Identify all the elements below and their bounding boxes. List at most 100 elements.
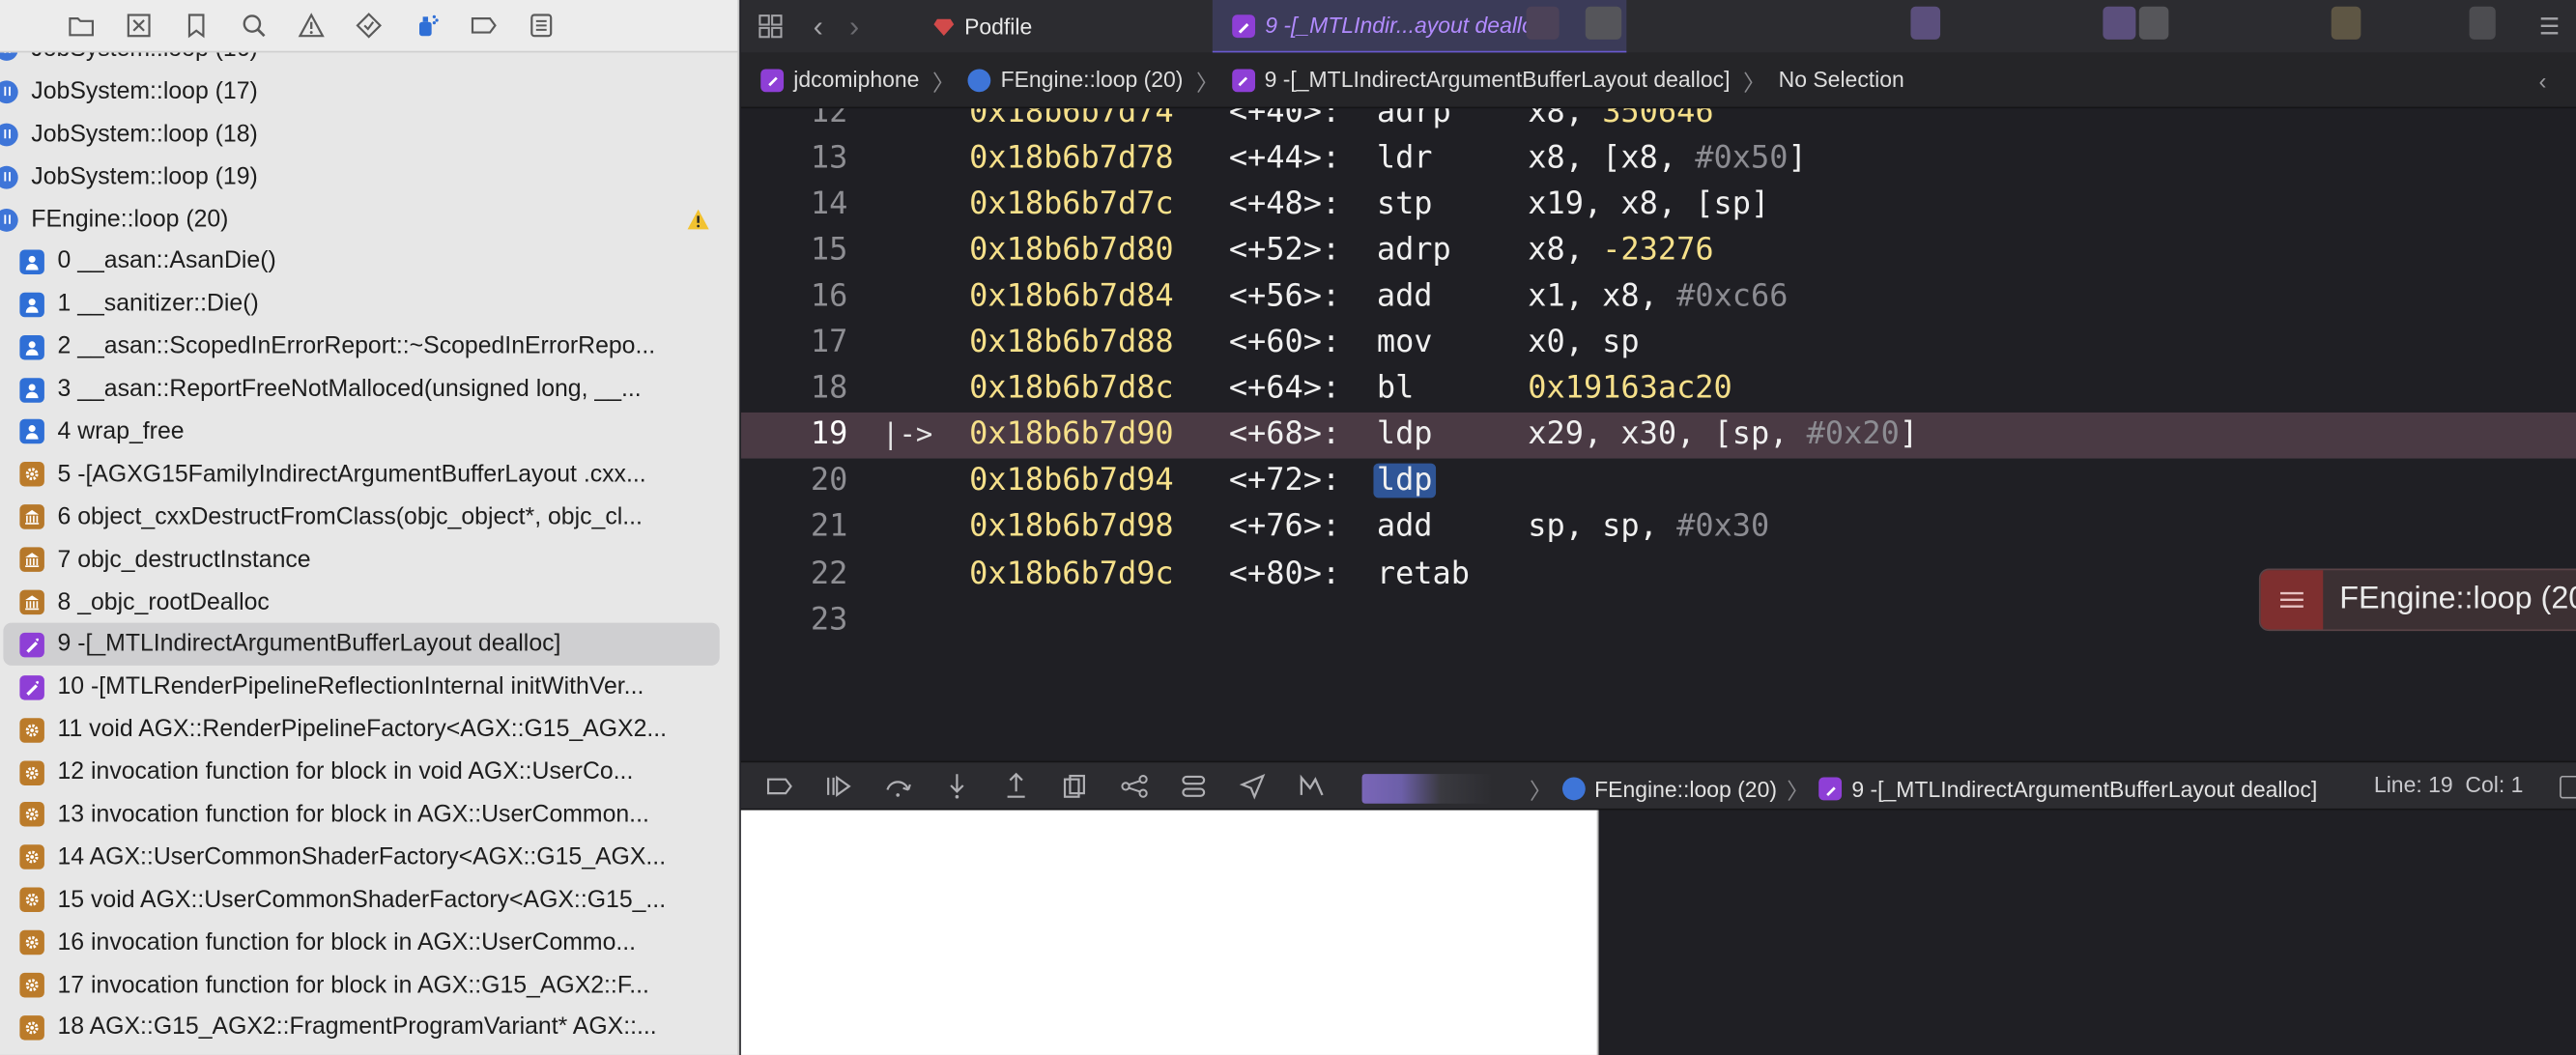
memory-graph-icon[interactable] [1116,767,1152,803]
instruction-address: 0x18b6b7d90 [969,417,1174,453]
thread-row[interactable]: JobSystem::loop (17) [0,71,737,113]
folder-icon[interactable] [63,8,99,43]
stack-frame-row[interactable]: 11 void AGX::RenderPipelineFactory<AGX::… [0,709,737,752]
library-icon [19,589,44,615]
stack-frame-label: 16 invocation function for block in AGX:… [57,929,637,956]
instruction-address: 0x18b6b7d78 [969,140,1174,176]
environment-icon[interactable] [1175,767,1211,803]
tab-disassembly[interactable]: 9 -[_MTLIndir...ayout dealloc] [1212,0,1627,53]
report-icon[interactable] [523,8,558,43]
disassembly-line[interactable]: 12 0x18b6b7d74 <+40>: adrp x8, 350646 [741,108,2576,134]
stack-frame-row[interactable]: 10 -[MTLRenderPipelineReflectionInternal… [0,666,737,708]
thread-row[interactable]: JobSystem::loop (19) [0,156,737,198]
search-icon[interactable] [235,8,271,43]
stack-frame-label: 1 __sanitizer::Die() [57,291,259,318]
bookmark-icon[interactable] [178,8,214,43]
library-icon [19,504,44,530]
disassembly-line[interactable]: 20 0x18b6b7d94 <+72>: ldp [741,458,2576,504]
warning-icon[interactable] [687,208,710,229]
stack-frame-row[interactable]: 8 _objc_rootDealloc [0,581,737,623]
stack-frame-row[interactable]: 6 object_cxxDestructFromClass(objc_objec… [0,496,737,538]
jumpbar-selection[interactable]: No Selection [1779,68,1904,93]
disassembly-line[interactable]: 16 0x18b6b7d84 <+56>: add x1, x8, #0xc66 [741,273,2576,320]
gear-icon [19,887,44,913]
continue-icon[interactable] [819,767,855,803]
gpu-frame-icon[interactable] [1293,767,1329,803]
stack-frame-row[interactable]: 7 objc_destructInstance [0,538,737,581]
editor-options-icon[interactable]: ☰ [2539,14,2560,42]
forward-arrow-icon[interactable]: › [836,0,872,52]
disassembly-line[interactable]: 18 0x18b6b7d8c <+64>: bl 0x19163ac20 [741,366,2576,413]
jumpbar-project[interactable]: jdcomiphone [793,68,919,93]
operand-token: 0x19163ac20 [1528,371,1732,407]
instruction-offset: <+80>: [1228,556,1341,591]
library-icon [19,547,44,573]
gear-icon [19,929,44,955]
back-arrow-icon[interactable]: ‹ [800,0,836,52]
chevron-right-icon: 〉 [1529,779,1552,804]
stack-frame-row[interactable]: 4 wrap_free [0,411,737,453]
line-number: 19 [810,417,848,453]
operand-token: x1, x8, [1528,278,1677,314]
instruction-mnemonic: adrp [1376,108,1451,129]
breakpoint-icon[interactable] [465,8,501,43]
variables-view[interactable] [740,810,1599,1055]
disassembly-line[interactable]: 14 0x18b6b7d7c <+48>: stp x19, x8, [sp] [741,181,2576,227]
debug-path: 〉 FEngine::loop (20) 〉 9 -[_MTLIndirectA… [1530,772,2317,805]
debug-path-thread[interactable]: FEngine::loop (20) [1594,777,1777,802]
thread-row[interactable]: FEngine::loop (20) [0,198,737,241]
source-control-icon[interactable] [120,8,156,43]
brush-icon [19,632,44,658]
debug-path-frame[interactable]: 9 -[_MTLIndirectArgumentBufferLayout dea… [1851,777,2317,802]
gear-icon [19,802,44,828]
stack-frame-row[interactable]: 14 AGX::UserCommonShaderFactory<AGX::G15… [0,837,737,879]
blurred-tab [1585,6,1622,40]
stack-frame-row[interactable]: 17 invocation function for block in AGX:… [0,964,737,1007]
stack-frame-label: 9 -[_MTLIndirectArgumentBufferLayout dea… [57,631,561,659]
disassembly-line[interactable]: 13 0x18b6b7d78 <+44>: ldr x8, [x8, #0x50] [741,135,2576,182]
location-icon[interactable] [1234,767,1270,803]
stack-frame-row[interactable]: 3 __asan::ReportFreeNotMalloced(unsigned… [0,368,737,411]
disassembly-line[interactable]: 21 0x18b6b7d98 <+76>: add sp, sp, #0x30 [741,504,2576,551]
step-out-icon[interactable] [997,767,1033,803]
disassembly-line[interactable]: 19 |-> 0x18b6b7d90 <+68>: ldp x29, x30, [sp, … [740,412,2576,459]
disassembly-editor[interactable]: 12 0x18b6b7d74 <+40>: adrp x8, 350646 13 0x18b… [740,108,2576,761]
sidebar-toggle-icon[interactable] [2560,775,2576,799]
tab-podfile[interactable]: Podfile [912,0,1213,52]
debug-spray-icon[interactable] [408,8,444,43]
instruction-offset: <+44>: [1228,140,1341,176]
console-view[interactable] [1600,810,2576,1055]
disassembly-line[interactable]: 15 0x18b6b7d80 <+52>: adrp x8, -23276 [741,227,2576,273]
stack-frame-row[interactable]: 1 __sanitizer::Die() [0,283,737,326]
stack-frame-row[interactable]: 5 -[AGXG15FamilyIndirectArgumentBufferLa… [0,453,737,496]
stack-frame-row[interactable]: 16 invocation function for block in AGX:… [0,922,737,964]
gear-icon [19,1015,44,1041]
toggle-breakpoints-icon[interactable] [760,767,796,803]
jumpbar-frame[interactable]: 9 -[_MTLIndirectArgumentBufferLayout dea… [1265,68,1731,93]
thread-row[interactable]: JobSystem::loop (18) [0,113,737,156]
stack-frame-label: 7 objc_destructInstance [57,546,311,573]
stack-frame-row[interactable]: 13 invocation function for block in AGX:… [0,794,737,837]
stack-frame-row[interactable]: 12 invocation function for block in void… [0,752,737,794]
issue-banner[interactable]: FEngine::loop (20): Deallocation of non-… [2258,568,2576,632]
step-into-icon[interactable] [938,767,974,803]
disassembly-line[interactable]: 17 0x18b6b7d88 <+60>: mov x0, sp [741,320,2576,366]
navigator-toolbar [0,0,738,53]
grid-icon[interactable] [741,0,800,52]
issue-message: FEngine::loop (20): Deallocation of non-… [2339,582,2576,616]
stack-frame-row[interactable]: 0 __asan::AsanDie() [0,241,737,283]
thread-icon [1561,777,1585,801]
chevron-left-icon[interactable]: ‹ [2539,68,2547,94]
stack-frame-row[interactable]: 18 AGX::G15_AGX2::FragmentProgramVariant… [0,1007,737,1049]
user-icon [19,419,44,445]
view-hierarchy-icon[interactable] [1056,767,1092,803]
issue-warning-icon[interactable] [293,8,329,43]
stack-frame-row[interactable]: 9 -[_MTLIndirectArgumentBufferLayout dea… [3,623,720,667]
step-over-icon[interactable] [879,767,915,803]
thread-label: FEngine::loop (20) [31,206,229,233]
operand-token: 350646 [1602,108,1714,129]
stack-frame-row[interactable]: 2 __asan::ScopedInErrorReport::~ScopedIn… [0,326,737,368]
test-diamond-icon[interactable] [350,8,386,43]
jumpbar-thread[interactable]: FEngine::loop (20) [1001,68,1184,93]
stack-frame-row[interactable]: 15 void AGX::UserCommonShaderFactory<AGX… [0,879,737,922]
